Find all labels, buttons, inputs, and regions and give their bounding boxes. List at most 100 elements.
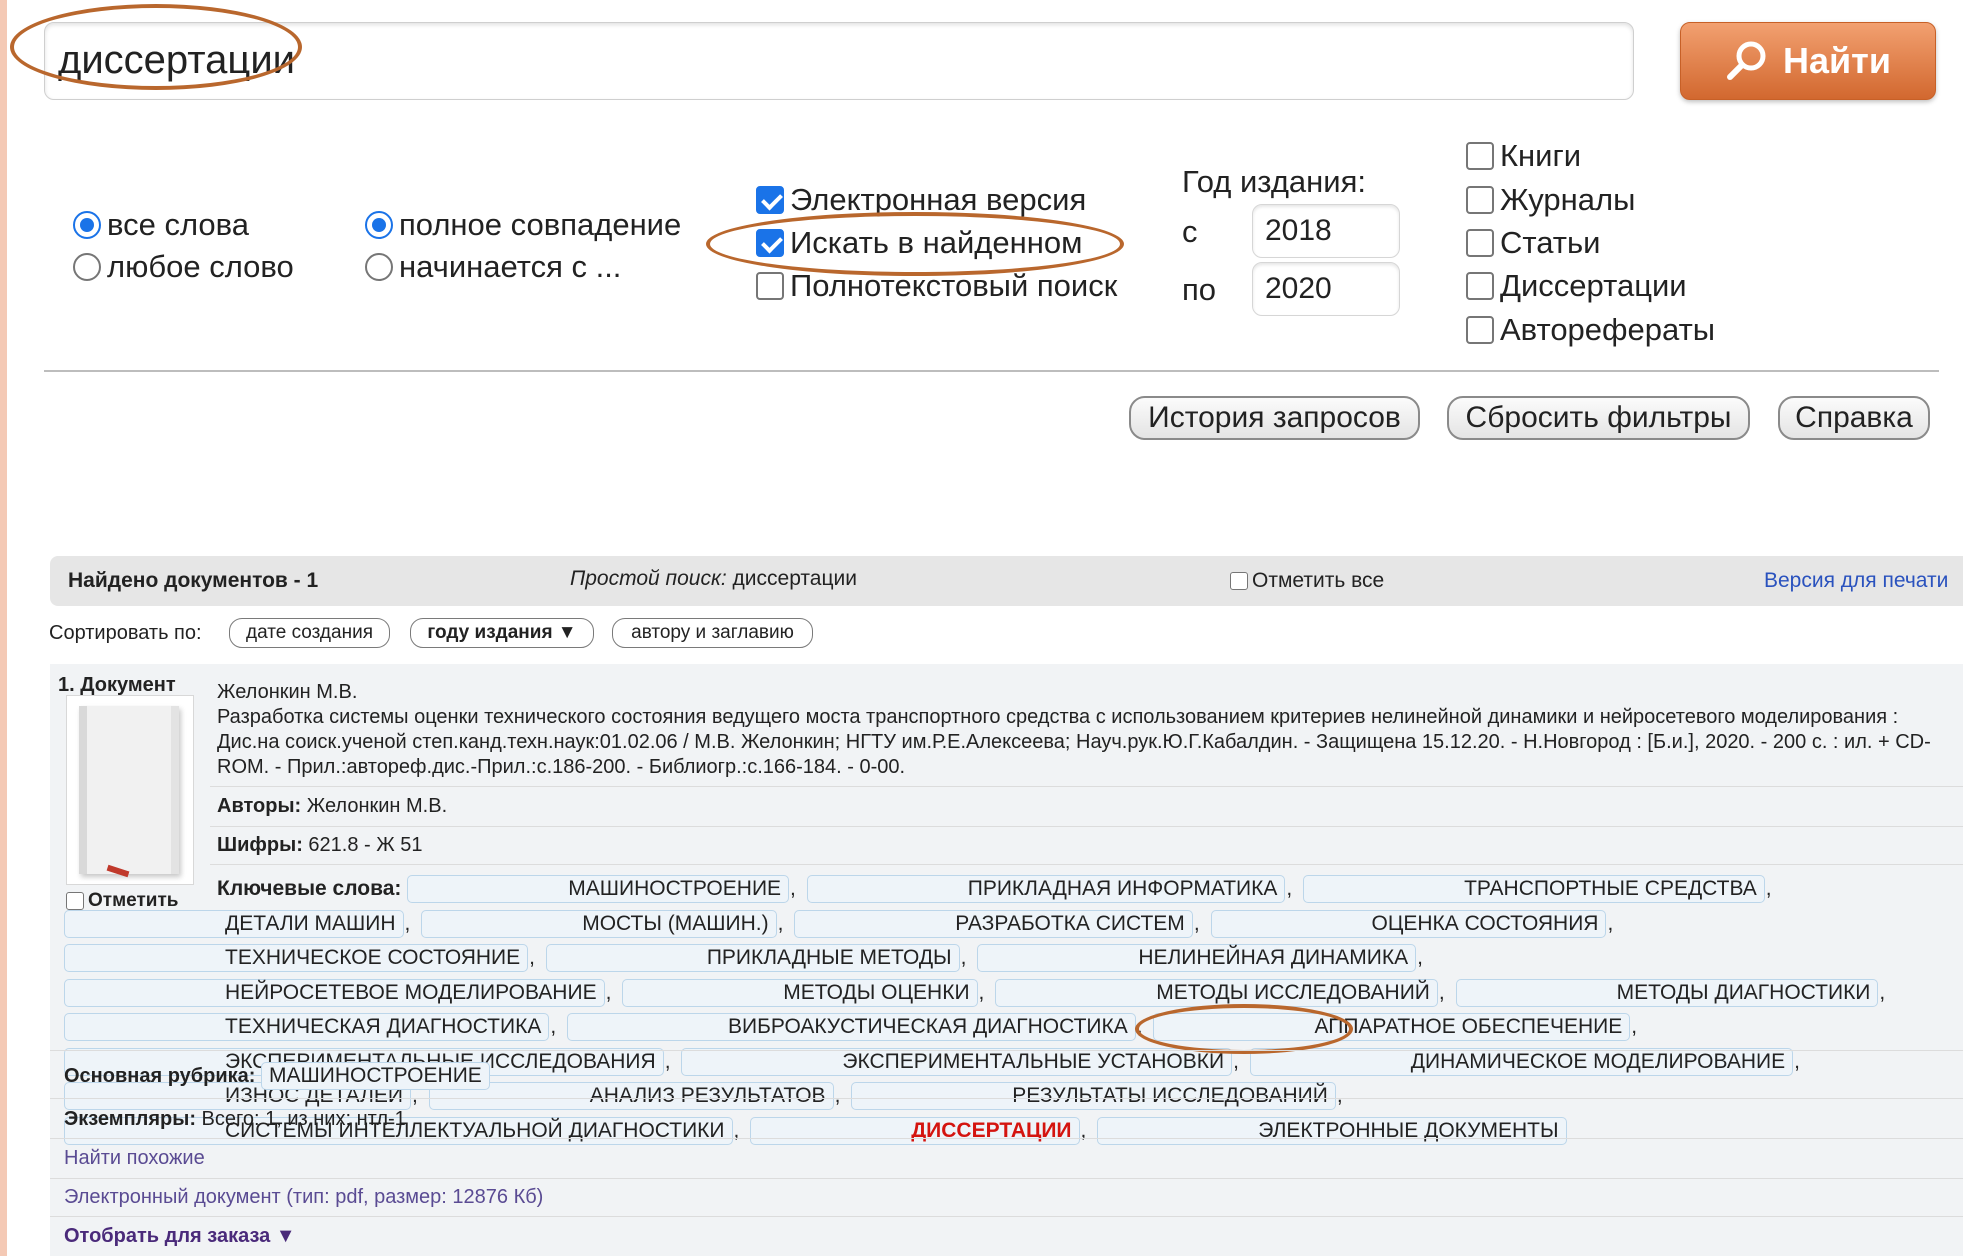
rubric-value-link[interactable]: МАШИНОСТРОЕНИЕ — [261, 1062, 490, 1090]
doctype-label: Авторефераты — [1500, 312, 1716, 347]
radio-all-words-label: все слова — [107, 207, 250, 242]
keyword-link[interactable]: НЕЙРОСЕТЕВОЕ МОДЕЛИРОВАНИЕ — [64, 978, 605, 1007]
find-similar-link[interactable]: Найти похожие — [64, 1147, 205, 1170]
record-description: Желонкин М.В. Разработка системы оценки … — [217, 680, 1957, 780]
row-divider — [210, 864, 1963, 865]
checkbox-doctype-books[interactable]: Книги — [1466, 138, 1581, 174]
help-button[interactable]: Справка — [1778, 396, 1930, 440]
keyword-link[interactable]: ДИНАМИЧЕСКОЕ МОДЕЛИРОВАНИЕ — [1249, 1047, 1794, 1076]
checkbox-box[interactable] — [1466, 316, 1494, 344]
row-divider — [50, 1098, 1963, 1099]
mark-all-label: Отметить все — [1252, 569, 1385, 592]
print-version-link[interactable]: Версия для печати — [1764, 569, 1948, 593]
record-number: 1. Документ — [58, 674, 176, 696]
codes-row: Шифры: 621.8 - Ж 51 — [217, 834, 423, 857]
row-divider — [50, 1138, 1963, 1139]
checkbox-doctype-articles[interactable]: Статьи — [1466, 225, 1600, 261]
magnifier-icon — [1727, 41, 1766, 80]
radio-circle[interactable] — [365, 211, 393, 239]
book-icon — [79, 706, 179, 874]
keyword-link[interactable]: МОСТЫ (МАШИН.) — [421, 909, 777, 938]
query-summary: Простой поиск: диссертации — [570, 567, 857, 591]
book-cover-image — [66, 695, 194, 885]
keyword-link[interactable]: ПРИКЛАДНАЯ ИНФОРМАТИКА — [806, 875, 1286, 903]
found-count: Найдено документов - 1 — [68, 569, 319, 592]
authors-label: Авторы: — [217, 795, 302, 817]
keyword-link[interactable]: НЕЛИНЕЙНАЯ ДИНАМИКА — [977, 944, 1417, 972]
keyword-link[interactable]: МАШИНОСТРОЕНИЕ — [407, 875, 790, 903]
divider — [44, 370, 1939, 372]
doctype-label: Книги — [1500, 138, 1582, 173]
year-to-label: по — [1182, 272, 1217, 307]
keyword-link-highlighted[interactable]: ДИССЕРТАЦИИ — [750, 1116, 1080, 1145]
keyword-link[interactable]: РАЗРАБОТКА СИСТЕМ — [794, 909, 1193, 938]
year-to-input[interactable]: 2020 — [1252, 262, 1400, 316]
radio-starts-with[interactable]: начинается с ... — [365, 249, 621, 285]
keyword-link[interactable]: ТРАНСПОРТНЫЕ СРЕДСТВА — [1303, 875, 1765, 903]
row-divider — [50, 1178, 1963, 1179]
keyword-link[interactable]: ЭЛЕКТРОННЫЕ ДОКУМЕНТЫ — [1097, 1116, 1567, 1145]
keywords-label: Ключевые слова: — [217, 877, 402, 900]
query-prefix: Простой поиск: — [570, 567, 727, 590]
year-from-label: с — [1182, 214, 1198, 249]
reset-filters-button[interactable]: Сбросить фильтры — [1447, 396, 1750, 440]
checkbox-electronic-label: Электронная версия — [790, 182, 1087, 217]
checkbox-search-in-found[interactable]: Искать в найденном — [756, 225, 1082, 261]
radio-full-match[interactable]: полное совпадение — [365, 207, 681, 243]
checkbox-box[interactable] — [1466, 142, 1494, 170]
radio-circle[interactable] — [73, 211, 101, 239]
search-button-label: Найти — [1783, 40, 1891, 81]
page-edge-strip — [0, 0, 7, 1256]
keyword-link[interactable]: РЕЗУЛЬТАТЫ ИССЛЕДОВАНИЙ — [851, 1082, 1336, 1110]
row-divider — [210, 786, 1963, 787]
electronic-document-link[interactable]: Электронный документ (тип: pdf, размер: … — [64, 1186, 543, 1209]
radio-starts-with-label: начинается с ... — [399, 249, 622, 284]
checkbox-box[interactable] — [1466, 272, 1494, 300]
keyword-link[interactable]: ДЕТАЛИ МАШИН — [64, 909, 404, 938]
order-select-link[interactable]: Отобрать для заказа ▼ — [64, 1225, 296, 1248]
checkbox-fulltext[interactable]: Полнотекстовый поиск — [756, 268, 1117, 304]
mark-all-checkbox[interactable] — [1230, 572, 1248, 590]
checkbox-doctype-journals[interactable]: Журналы — [1466, 182, 1635, 218]
checkbox-box[interactable] — [756, 272, 784, 300]
record-title-description: Разработка системы оценки технического с… — [217, 706, 1931, 778]
keyword-link[interactable]: ПРИКЛАДНЫЕ МЕТОДЫ — [545, 944, 960, 972]
radio-circle[interactable] — [365, 253, 393, 281]
results-header: Найдено документов - 1 Простой поиск: ди… — [50, 556, 1963, 606]
keyword-link[interactable]: МЕТОДЫ ДИАГНОСТИКИ — [1455, 978, 1879, 1007]
keyword-link[interactable]: ВИБРОАКУСТИЧЕСКАЯ ДИАГНОСТИКА — [567, 1013, 1136, 1041]
checkbox-box[interactable] — [1466, 229, 1494, 257]
sort-label: Сортировать по: — [49, 622, 202, 644]
authors-row: Авторы: Желонкин М.В. — [217, 795, 447, 818]
radio-any-word[interactable]: любое слово — [73, 249, 294, 285]
checkbox-electronic[interactable]: Электронная версия — [756, 182, 1086, 218]
keywords-block: Ключевые слова: МАШИНОСТРОЕНИЕ, ПРИКЛАДН… — [64, 872, 1959, 1148]
checkbox-doctype-abstracts[interactable]: Авторефераты — [1466, 312, 1715, 348]
doctype-label: Диссертации — [1500, 268, 1687, 303]
sort-by-year-button[interactable]: году издания ▼ — [410, 618, 594, 648]
keyword-link[interactable]: МЕТОДЫ ИССЛЕДОВАНИЙ — [995, 978, 1438, 1007]
radio-circle[interactable] — [73, 253, 101, 281]
sort-by-date-button[interactable]: дате создания — [229, 618, 390, 648]
checkbox-box[interactable] — [756, 229, 784, 257]
row-divider — [50, 1216, 1963, 1217]
keyword-link[interactable]: АППАРАТНОЕ ОБЕСПЕЧЕНИЕ — [1153, 1013, 1631, 1041]
codes-value: 621.8 - Ж 51 — [308, 834, 423, 856]
search-input[interactable] — [56, 32, 1556, 88]
history-button[interactable]: История запросов — [1129, 396, 1420, 440]
keyword-link[interactable]: ОЦЕНКА СОСТОЯНИЯ — [1210, 909, 1607, 938]
sort-by-author-button[interactable]: автору и заглавию — [612, 618, 813, 648]
checkbox-box[interactable] — [756, 186, 784, 214]
checkbox-box[interactable] — [1466, 186, 1494, 214]
rubric-label: Основная рубрика: — [64, 1065, 256, 1087]
checkbox-doctype-dissertations[interactable]: Диссертации — [1466, 268, 1687, 304]
search-button[interactable]: Найти — [1680, 22, 1936, 100]
keyword-link[interactable]: ТЕХНИЧЕСКОЕ СОСТОЯНИЕ — [64, 944, 529, 972]
doctype-label: Статьи — [1500, 225, 1601, 260]
keyword-link[interactable]: ТЕХНИЧЕСКАЯ ДИАГНОСТИКА — [64, 1013, 550, 1041]
keyword-link[interactable]: ЭКСПЕРИМЕНТАЛЬНЫЕ УСТАНОВКИ — [681, 1047, 1233, 1076]
keyword-link[interactable]: МЕТОДЫ ОЦЕНКИ — [622, 978, 978, 1007]
year-from-input[interactable]: 2018 — [1252, 204, 1400, 258]
radio-all-words[interactable]: все слова — [73, 207, 249, 243]
mark-all[interactable]: Отметить все — [1230, 569, 1384, 593]
